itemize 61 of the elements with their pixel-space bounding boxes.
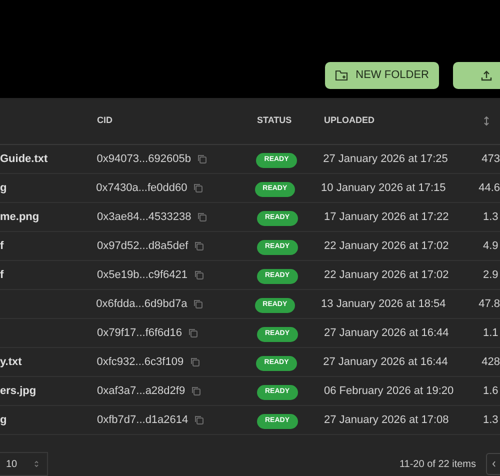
copy-icon[interactable] [190,357,200,367]
folder-plus-icon [334,70,348,81]
copy-icon[interactable] [196,154,207,164]
copy-icon[interactable] [188,328,198,338]
chevron-left-icon [492,461,496,467]
new-folder-button[interactable]: NEW FOLDER [324,62,439,89]
cid-text: 0x7430a...fe0dd60 [96,180,188,196]
upload-button[interactable] [453,62,500,89]
upload-date: 27 January 2026 at 17:08 [324,412,450,428]
cid-text: 0x94073...692605b [96,152,191,167]
column-header: UPLOADED [324,114,376,128]
column-header: STATUS [257,114,293,128]
upload-date: 27 January 2026 at 16:44 [323,354,449,370]
file-name: g [0,182,7,194]
file-name: f [0,240,4,252]
upload-date: 06 February 2026 at 19:20 [324,384,455,399]
sort-icon [483,116,490,126]
pagination-range: 11-20 of 22 items [399,458,476,472]
copy-icon[interactable] [194,415,204,425]
upload-date: 27 January 2026 at 16:44 [324,326,450,341]
file-size: 2.9 [483,268,498,283]
file-size: 4.9 [483,238,498,254]
cid-text: 0xfc932...6c3f109 [96,354,184,370]
column-header: CID [97,114,114,128]
cid-text: 0x97d52...d8a5def [97,238,188,254]
upload-date: 22 January 2026 at 17:02 [324,268,450,283]
cid-text: 0x5e19b...c9f6421 [97,268,188,283]
file-name: me.png [0,210,40,223]
copy-icon[interactable] [194,270,204,280]
upload-date: 13 January 2026 at 18:54 [321,296,447,312]
file-size: 44.6 [478,180,500,196]
file-size: 473 [482,152,500,167]
chevron-updown-icon [34,460,39,468]
previous-page-button[interactable] [486,453,500,475]
file-size: 1.3 [483,412,498,428]
copy-icon[interactable] [193,299,204,309]
file-name: f [0,268,4,281]
cid-text: 0xaf3a7...a28d2f9 [97,384,186,399]
cid-text: 0x6fdda...6d9bd7a [96,296,188,312]
copy-icon[interactable] [193,183,204,193]
file-name: ers.jpg [0,384,36,397]
file-size: 428 [482,354,500,370]
cid-text: 0xfb7d7...d1a2614 [97,412,188,428]
file-name: Guide.txt [0,152,48,165]
copy-icon[interactable] [191,386,202,396]
upload-date: 17 January 2026 at 17:22 [324,210,450,225]
file-name: y.txt [0,356,22,368]
file-size: 1.6 [483,384,498,399]
upload-date: 10 January 2026 at 17:15 [321,180,447,196]
file-size: 1.3 [483,210,498,225]
upload-date: 27 January 2026 at 17:25 [323,152,449,167]
cid-text: 0x3ae84...4533238 [97,210,192,225]
cid-text: 0x79f17...f6f6d16 [97,326,182,341]
copy-icon[interactable] [194,241,204,251]
upload-date: 22 January 2026 at 17:02 [324,238,450,254]
file-name: g [0,414,7,426]
file-size: 47.8 [478,296,500,312]
upload-icon [481,70,492,81]
copy-icon[interactable] [197,212,208,222]
file-size: 1.1 [483,326,498,341]
page-size-select[interactable]: 10 [0,452,48,476]
